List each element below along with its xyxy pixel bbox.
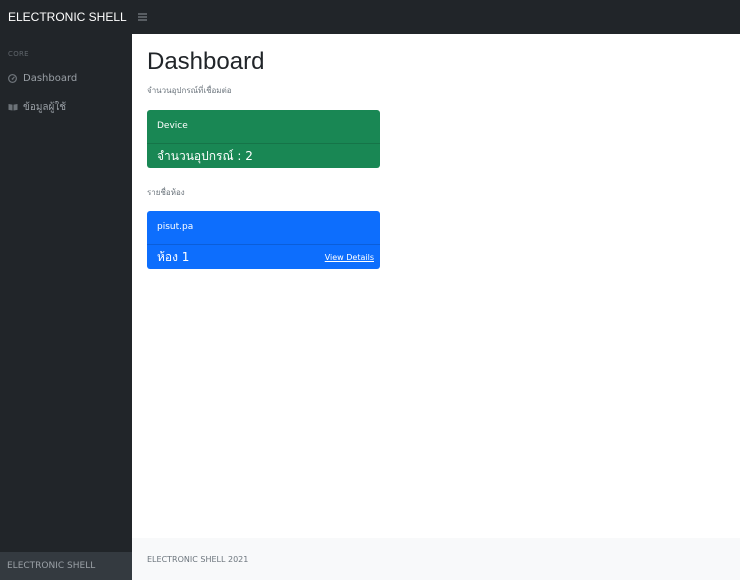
main-content: Dashboard จำนวนอุปกรณ์ที่เชื่อมต่อ Devic… xyxy=(132,34,740,580)
sidebar-heading: CORE xyxy=(8,50,29,58)
page-subtitle: จำนวนอุปกรณ์ที่เชื่อมต่อ xyxy=(147,86,232,95)
room-card: pisut.pa ห้อง 1 View Details xyxy=(147,211,380,269)
page-title: Dashboard xyxy=(147,48,265,75)
book-open-icon xyxy=(8,103,19,111)
card-footer: ห้อง 1 View Details xyxy=(147,244,380,269)
card-footer: จำนวนอุปกรณ์ : 2 xyxy=(147,143,380,168)
top-navbar: ELECTRONIC SHELL xyxy=(0,0,740,34)
page-footer: ELECTRONIC SHELL 2021 xyxy=(132,538,740,580)
room-name: ห้อง 1 xyxy=(157,249,190,264)
device-count-card: Device จำนวนอุปกรณ์ : 2 xyxy=(147,110,380,168)
sidebar-footer: ELECTRONIC SHELL xyxy=(0,552,132,580)
sidebar: CORE Dashboard ข้อมูลผู้ใช้ ELECTRONIC S… xyxy=(0,34,132,580)
hamburger-menu-icon[interactable] xyxy=(138,11,147,23)
sidebar-item-label: ข้อมูลผู้ใช้ xyxy=(23,101,67,113)
sidebar-item-dashboard[interactable]: Dashboard xyxy=(0,70,132,86)
sidebar-item-users[interactable]: ข้อมูลผู้ใช้ xyxy=(0,99,132,115)
card-header: Device xyxy=(157,121,188,131)
tachometer-icon xyxy=(8,73,19,83)
sidebar-menu: CORE Dashboard ข้อมูลผู้ใช้ xyxy=(0,34,132,552)
view-details-link[interactable]: View Details xyxy=(325,253,374,262)
footer-copyright: ELECTRONIC SHELL 2021 xyxy=(147,554,249,564)
navbar-brand[interactable]: ELECTRONIC SHELL xyxy=(0,10,132,24)
sidebar-item-label: Dashboard xyxy=(23,72,78,84)
room-list-label: รายชื่อห้อง xyxy=(147,188,185,197)
device-count-text: จำนวนอุปกรณ์ : 2 xyxy=(157,148,253,163)
card-header: pisut.pa xyxy=(157,222,194,232)
